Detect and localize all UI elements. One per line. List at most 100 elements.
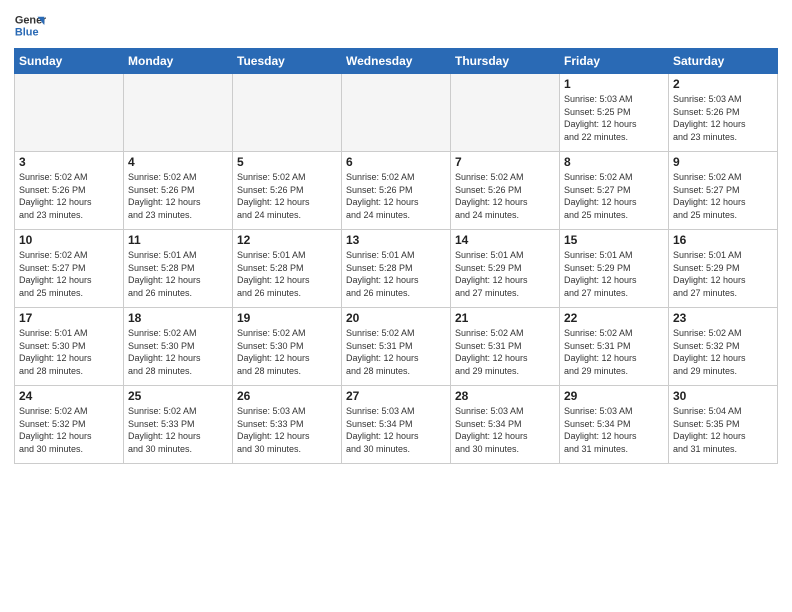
day-number: 18 <box>128 311 228 325</box>
day-info: Sunrise: 5:02 AMSunset: 5:31 PMDaylight:… <box>346 327 446 377</box>
calendar-cell: 5 Sunrise: 5:02 AMSunset: 5:26 PMDaylight… <box>233 152 342 230</box>
day-number: 16 <box>673 233 773 247</box>
calendar-cell: 24 Sunrise: 5:02 AMSunset: 5:32 PMDayligh… <box>15 386 124 464</box>
header: General Blue <box>14 10 778 42</box>
day-number: 28 <box>455 389 555 403</box>
day-info: Sunrise: 5:02 AMSunset: 5:33 PMDaylight:… <box>128 405 228 455</box>
day-number: 13 <box>346 233 446 247</box>
calendar-cell: 27 Sunrise: 5:03 AMSunset: 5:34 PMDayligh… <box>342 386 451 464</box>
day-info: Sunrise: 5:02 AMSunset: 5:32 PMDaylight:… <box>673 327 773 377</box>
day-info: Sunrise: 5:03 AMSunset: 5:34 PMDaylight:… <box>455 405 555 455</box>
calendar-cell: 13 Sunrise: 5:01 AMSunset: 5:28 PMDayligh… <box>342 230 451 308</box>
day-number: 7 <box>455 155 555 169</box>
calendar-cell: 3 Sunrise: 5:02 AMSunset: 5:26 PMDaylight… <box>15 152 124 230</box>
day-number: 21 <box>455 311 555 325</box>
weekday-header-saturday: Saturday <box>669 49 778 74</box>
day-info: Sunrise: 5:02 AMSunset: 5:27 PMDaylight:… <box>673 171 773 221</box>
calendar-cell: 1 Sunrise: 5:03 AMSunset: 5:25 PMDaylight… <box>560 74 669 152</box>
calendar-cell <box>342 74 451 152</box>
weekday-header-row: SundayMondayTuesdayWednesdayThursdayFrid… <box>15 49 778 74</box>
calendar-week-4: 17 Sunrise: 5:01 AMSunset: 5:30 PMDayligh… <box>15 308 778 386</box>
day-number: 9 <box>673 155 773 169</box>
calendar-cell: 28 Sunrise: 5:03 AMSunset: 5:34 PMDayligh… <box>451 386 560 464</box>
day-info: Sunrise: 5:02 AMSunset: 5:32 PMDaylight:… <box>19 405 119 455</box>
weekday-header-tuesday: Tuesday <box>233 49 342 74</box>
day-info: Sunrise: 5:02 AMSunset: 5:27 PMDaylight:… <box>564 171 664 221</box>
calendar-cell: 7 Sunrise: 5:02 AMSunset: 5:26 PMDaylight… <box>451 152 560 230</box>
calendar-table: SundayMondayTuesdayWednesdayThursdayFrid… <box>14 48 778 464</box>
day-info: Sunrise: 5:03 AMSunset: 5:26 PMDaylight:… <box>673 93 773 143</box>
day-info: Sunrise: 5:03 AMSunset: 5:34 PMDaylight:… <box>346 405 446 455</box>
day-number: 23 <box>673 311 773 325</box>
weekday-header-thursday: Thursday <box>451 49 560 74</box>
page: General Blue SundayMondayTuesdayWednesda… <box>0 0 792 612</box>
calendar-cell: 20 Sunrise: 5:02 AMSunset: 5:31 PMDayligh… <box>342 308 451 386</box>
day-info: Sunrise: 5:02 AMSunset: 5:26 PMDaylight:… <box>455 171 555 221</box>
day-number: 5 <box>237 155 337 169</box>
day-number: 27 <box>346 389 446 403</box>
day-info: Sunrise: 5:03 AMSunset: 5:34 PMDaylight:… <box>564 405 664 455</box>
day-number: 19 <box>237 311 337 325</box>
calendar-cell: 4 Sunrise: 5:02 AMSunset: 5:26 PMDaylight… <box>124 152 233 230</box>
calendar-cell: 21Sunrise: 5:02 AMSunset: 5:31 PMDayligh… <box>451 308 560 386</box>
day-number: 8 <box>564 155 664 169</box>
calendar-week-1: 1 Sunrise: 5:03 AMSunset: 5:25 PMDaylight… <box>15 74 778 152</box>
day-number: 15 <box>564 233 664 247</box>
day-number: 6 <box>346 155 446 169</box>
day-info: Sunrise: 5:03 AMSunset: 5:33 PMDaylight:… <box>237 405 337 455</box>
day-info: Sunrise: 5:03 AMSunset: 5:25 PMDaylight:… <box>564 93 664 143</box>
day-info: Sunrise: 5:01 AMSunset: 5:29 PMDaylight:… <box>564 249 664 299</box>
day-info: Sunrise: 5:01 AMSunset: 5:28 PMDaylight:… <box>128 249 228 299</box>
weekday-header-wednesday: Wednesday <box>342 49 451 74</box>
day-info: Sunrise: 5:02 AMSunset: 5:26 PMDaylight:… <box>237 171 337 221</box>
calendar-cell: 17 Sunrise: 5:01 AMSunset: 5:30 PMDayligh… <box>15 308 124 386</box>
day-number: 17 <box>19 311 119 325</box>
calendar-cell: 18Sunrise: 5:02 AMSunset: 5:30 PMDayligh… <box>124 308 233 386</box>
day-number: 20 <box>346 311 446 325</box>
day-number: 25 <box>128 389 228 403</box>
day-info: Sunrise: 5:01 AMSunset: 5:28 PMDaylight:… <box>346 249 446 299</box>
calendar-cell <box>451 74 560 152</box>
calendar-cell: 9 Sunrise: 5:02 AMSunset: 5:27 PMDaylight… <box>669 152 778 230</box>
logo: General Blue <box>14 10 50 42</box>
day-info: Sunrise: 5:02 AMSunset: 5:27 PMDaylight:… <box>19 249 119 299</box>
day-number: 11 <box>128 233 228 247</box>
day-info: Sunrise: 5:01 AMSunset: 5:30 PMDaylight:… <box>19 327 119 377</box>
calendar-cell: 30Sunrise: 5:04 AMSunset: 5:35 PMDayligh… <box>669 386 778 464</box>
calendar-cell: 25 Sunrise: 5:02 AMSunset: 5:33 PMDayligh… <box>124 386 233 464</box>
day-info: Sunrise: 5:02 AMSunset: 5:26 PMDaylight:… <box>346 171 446 221</box>
calendar-cell <box>124 74 233 152</box>
day-info: Sunrise: 5:01 AMSunset: 5:29 PMDaylight:… <box>455 249 555 299</box>
day-number: 29 <box>564 389 664 403</box>
weekday-header-monday: Monday <box>124 49 233 74</box>
calendar-cell: 10Sunrise: 5:02 AMSunset: 5:27 PMDayligh… <box>15 230 124 308</box>
day-number: 3 <box>19 155 119 169</box>
day-info: Sunrise: 5:04 AMSunset: 5:35 PMDaylight:… <box>673 405 773 455</box>
day-number: 26 <box>237 389 337 403</box>
day-info: Sunrise: 5:01 AMSunset: 5:28 PMDaylight:… <box>237 249 337 299</box>
calendar-cell <box>233 74 342 152</box>
day-number: 2 <box>673 77 773 91</box>
day-number: 4 <box>128 155 228 169</box>
calendar-cell: 19Sunrise: 5:02 AMSunset: 5:30 PMDayligh… <box>233 308 342 386</box>
weekday-header-friday: Friday <box>560 49 669 74</box>
calendar-cell: 23 Sunrise: 5:02 AMSunset: 5:32 PMDayligh… <box>669 308 778 386</box>
calendar-cell: 2 Sunrise: 5:03 AMSunset: 5:26 PMDaylight… <box>669 74 778 152</box>
calendar-cell: 22Sunrise: 5:02 AMSunset: 5:31 PMDayligh… <box>560 308 669 386</box>
day-info: Sunrise: 5:02 AMSunset: 5:26 PMDaylight:… <box>19 171 119 221</box>
calendar-cell: 11 Sunrise: 5:01 AMSunset: 5:28 PMDayligh… <box>124 230 233 308</box>
day-number: 12 <box>237 233 337 247</box>
svg-text:Blue: Blue <box>15 26 39 38</box>
calendar-week-3: 10Sunrise: 5:02 AMSunset: 5:27 PMDayligh… <box>15 230 778 308</box>
day-info: Sunrise: 5:02 AMSunset: 5:26 PMDaylight:… <box>128 171 228 221</box>
day-number: 24 <box>19 389 119 403</box>
day-number: 1 <box>564 77 664 91</box>
calendar-cell <box>15 74 124 152</box>
calendar-cell: 6 Sunrise: 5:02 AMSunset: 5:26 PMDaylight… <box>342 152 451 230</box>
day-number: 14 <box>455 233 555 247</box>
calendar-week-2: 3 Sunrise: 5:02 AMSunset: 5:26 PMDaylight… <box>15 152 778 230</box>
calendar-cell: 12 Sunrise: 5:01 AMSunset: 5:28 PMDayligh… <box>233 230 342 308</box>
day-info: Sunrise: 5:02 AMSunset: 5:31 PMDaylight:… <box>564 327 664 377</box>
calendar-cell: 29 Sunrise: 5:03 AMSunset: 5:34 PMDayligh… <box>560 386 669 464</box>
logo-icon: General Blue <box>14 10 46 42</box>
